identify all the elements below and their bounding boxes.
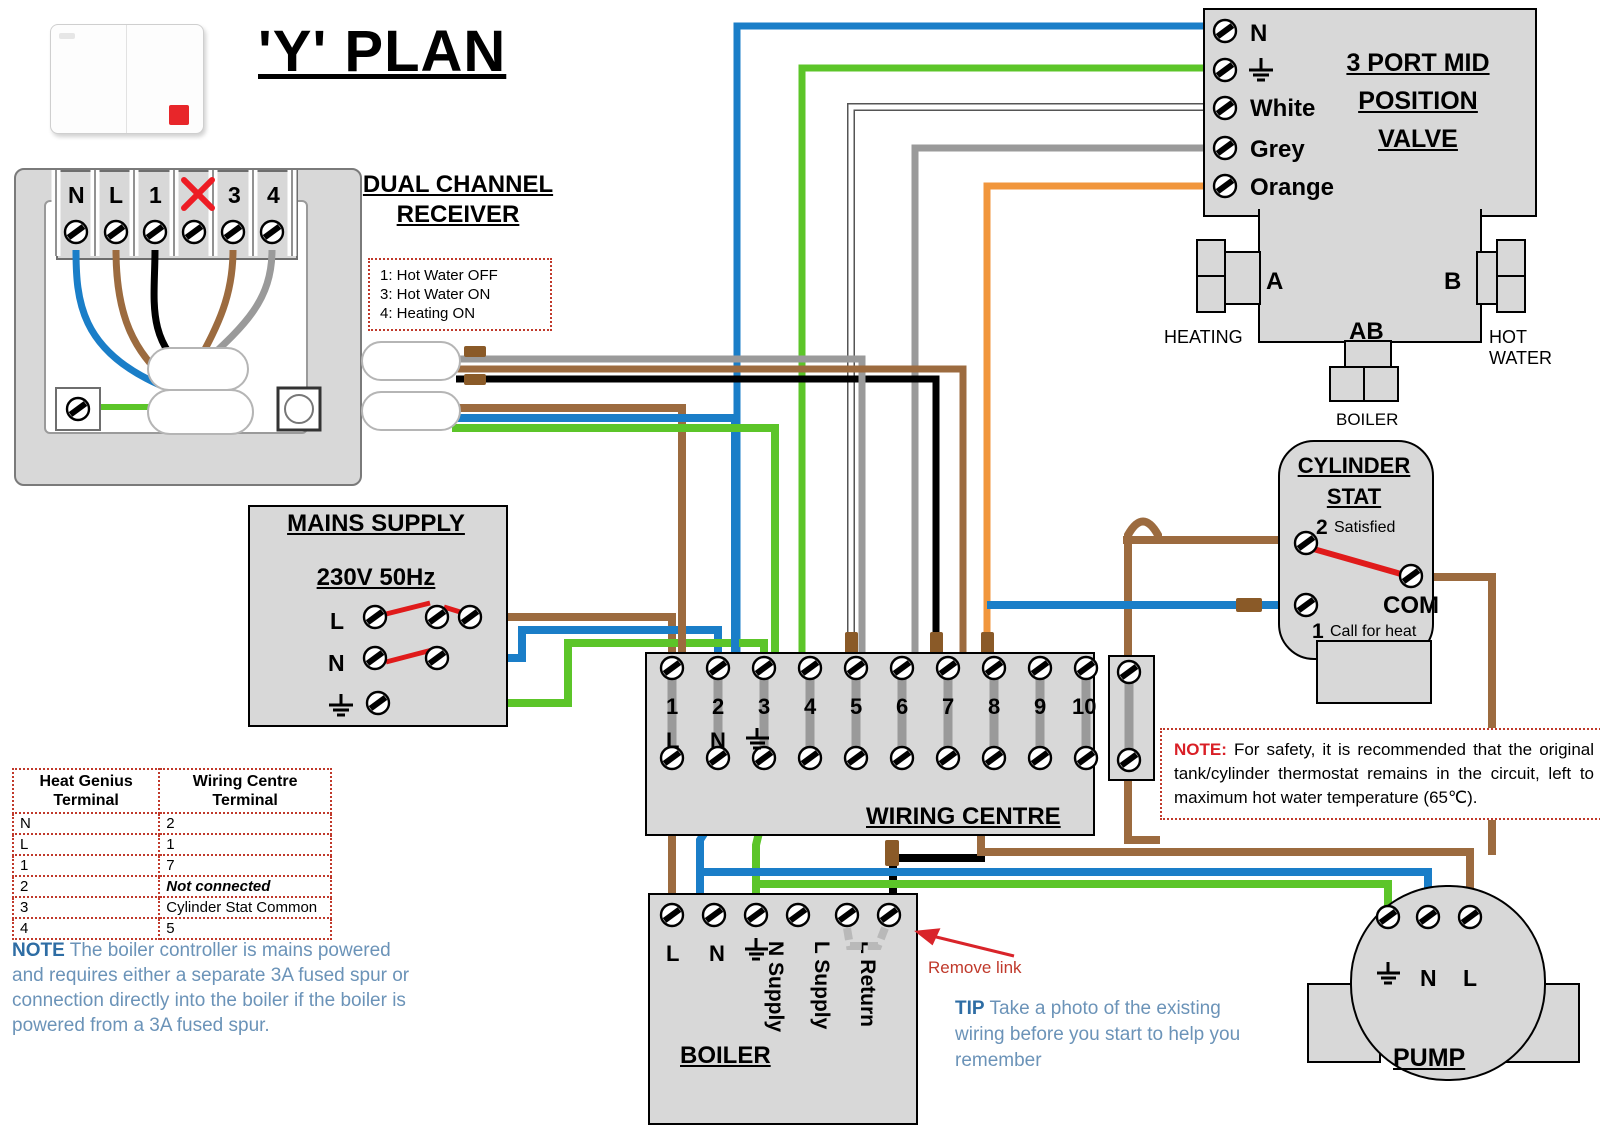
note-left-body: The boiler controller is mains powered a… bbox=[12, 940, 410, 1036]
table-row: 1 7 bbox=[11, 854, 332, 877]
table-row: 4 5 bbox=[11, 917, 332, 940]
table-row: N 2 bbox=[11, 812, 332, 835]
table-header-left-line2: Terminal bbox=[53, 792, 119, 809]
row4-left: 3 bbox=[11, 896, 161, 919]
table-header-left-line1: Heat Genius bbox=[39, 773, 133, 790]
mapping-table-body: N 2 L 1 1 7 2 Not connected 3 Cylinder S… bbox=[11, 812, 332, 940]
row3-right: Not connected bbox=[158, 875, 332, 898]
row5-left: 4 bbox=[11, 917, 161, 940]
mapping-table: Heat Genius Terminal Wiring Centre Termi… bbox=[11, 768, 332, 940]
note-left-bold: NOTE bbox=[12, 940, 65, 961]
earth-icon-pump bbox=[1377, 962, 1400, 985]
tip-note: TIP Take a photo of the existing wiring … bbox=[955, 996, 1275, 1074]
table-row: L 1 bbox=[11, 833, 332, 856]
tip-bold: TIP bbox=[955, 998, 985, 1019]
tip-body: Take a photo of the existing wiring befo… bbox=[955, 998, 1241, 1071]
table-header-row: Heat Genius Terminal Wiring Centre Termi… bbox=[11, 768, 332, 814]
row2-right: 7 bbox=[158, 854, 332, 877]
row4-right: Cylinder Stat Common bbox=[158, 896, 332, 919]
wiring-diagram-canvas: 'Y' PLAN DUAL CHANNEL RECEIVER 1: Hot Wa… bbox=[0, 0, 1600, 1132]
row1-left: L bbox=[11, 833, 161, 856]
table-header-right: Wiring Centre Terminal bbox=[158, 768, 332, 814]
table-header-left: Heat Genius Terminal bbox=[11, 768, 161, 814]
note-left: NOTE The boiler controller is mains powe… bbox=[12, 938, 424, 1038]
note-right-bold: NOTE: bbox=[1174, 740, 1227, 759]
table-header-right-line1: Wiring Centre bbox=[192, 773, 298, 790]
table-row: 2 Not connected bbox=[11, 875, 332, 898]
row5-right: 5 bbox=[158, 917, 332, 940]
table-header-right-line2: Terminal bbox=[212, 792, 278, 809]
row1-right: 1 bbox=[158, 833, 332, 856]
table-row: 3 Cylinder Stat Common bbox=[11, 896, 332, 919]
note-right-body: For safety, it is recommended that the o… bbox=[1174, 740, 1594, 807]
row0-left: N bbox=[11, 812, 161, 835]
note-right: NOTE: For safety, it is recommended that… bbox=[1160, 728, 1600, 820]
row2-left: 1 bbox=[11, 854, 161, 877]
mapping-table-element: Heat Genius Terminal Wiring Centre Termi… bbox=[11, 768, 332, 940]
row0-right: 2 bbox=[158, 812, 332, 835]
row3-left: 2 bbox=[11, 875, 161, 898]
